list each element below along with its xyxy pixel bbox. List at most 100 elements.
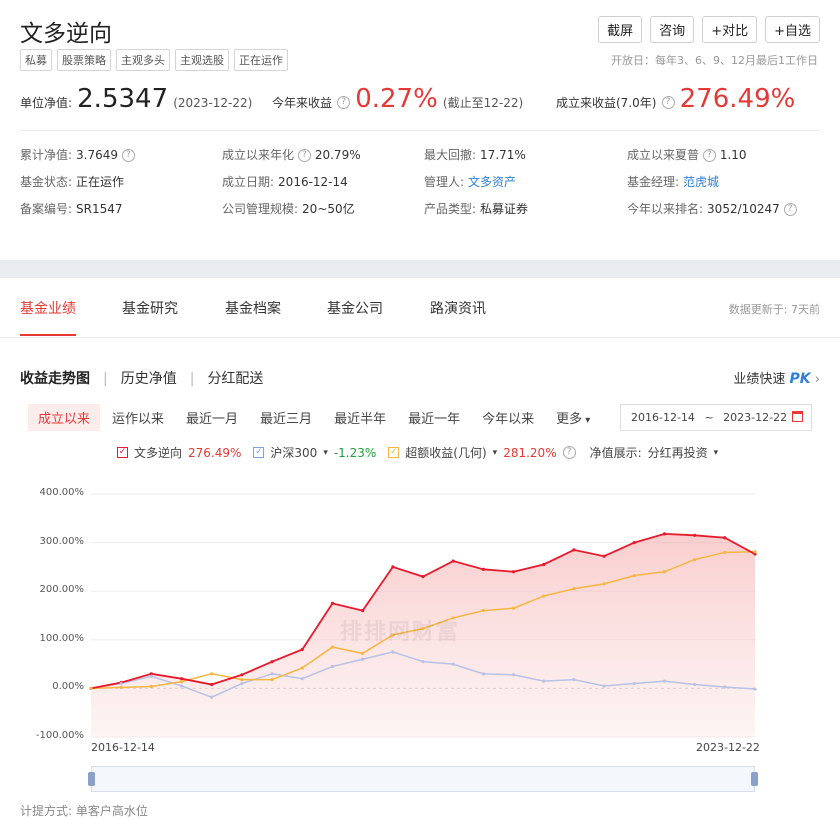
fund-manager-link[interactable]: 范虎城 — [683, 175, 719, 189]
chart-legend: ✓ 文多逆向 276.49% ✓ 沪深300 ▾ -1.23% ✓ 超额收益(几何… — [117, 444, 718, 461]
data-point — [511, 673, 516, 677]
range-since-operation[interactable]: 运作以来 — [102, 404, 174, 431]
data-point — [240, 681, 244, 686]
caret-down-icon[interactable]: ▾ — [493, 448, 498, 458]
nav-block: 单位净值: 2.5347 (2023-12-22) — [20, 84, 252, 114]
subtab-dividends[interactable]: 分红配送 — [207, 368, 263, 388]
checkbox-checked-icon[interactable]: ✓ — [388, 447, 400, 458]
caret-down-icon[interactable]: ▾ — [323, 448, 328, 458]
consult-button[interactable]: 咨询 — [650, 16, 695, 43]
data-point — [149, 674, 153, 678]
x-tick-label: 2016-12-14 — [91, 741, 155, 754]
zoom-handle-right[interactable] — [751, 772, 758, 786]
data-point — [330, 664, 335, 669]
quick-pk-link[interactable]: 业绩快速 PK › — [733, 368, 820, 387]
data-point — [693, 533, 697, 537]
data-point — [632, 681, 636, 686]
product-type: 产品类型: 私募证券 — [424, 202, 529, 216]
fund-header-card: 文多逆向 私募 股票策略 主观多头 主观选股 正在运作 截屏 咨询 +对比 +自… — [0, 0, 840, 260]
data-point — [270, 672, 274, 676]
range-selector: 成立以来 运作以来 最近一月 最近三月 最近半年 最近一年 今年以来 更多 ▾ — [28, 404, 602, 431]
y-tick-label: 100.00% — [39, 633, 85, 644]
range-3m[interactable]: 最近三月 — [250, 404, 322, 431]
y-tick-label: 400.00% — [39, 487, 85, 498]
help-icon[interactable]: ? — [702, 149, 716, 162]
data-point — [89, 686, 93, 690]
y-tick-label: 200.00% — [39, 584, 85, 595]
help-icon[interactable]: ? — [121, 149, 135, 162]
range-since-inception[interactable]: 成立以来 — [28, 404, 101, 431]
data-point — [753, 550, 757, 554]
sharpe-ratio: 成立以来夏普 ? 1.10 — [627, 148, 747, 162]
data-point — [542, 562, 546, 567]
range-6m[interactable]: 最近半年 — [324, 404, 396, 431]
caret-down-icon: ▾ — [582, 415, 591, 426]
checkbox-checked-icon[interactable]: ✓ — [117, 447, 128, 458]
legend-excess-name[interactable]: 超额收益(几何) — [405, 444, 486, 461]
help-icon[interactable]: ? — [661, 96, 675, 109]
checkbox-checked-icon[interactable]: ✓ — [253, 447, 265, 458]
data-point — [572, 678, 576, 682]
legend-index-name[interactable]: 沪深300 — [270, 444, 317, 461]
zoom-handle-left[interactable] — [88, 772, 95, 786]
manager-company: 管理人: 文多资产 — [424, 175, 517, 189]
nav-value: 2.5347 — [77, 84, 169, 114]
data-point — [361, 651, 365, 656]
data-point — [511, 606, 516, 610]
data-point — [210, 695, 214, 699]
manager-company-link[interactable]: 文多资产 — [468, 175, 516, 189]
subtab-return-chart[interactable]: 收益走势图 — [20, 368, 90, 388]
watchlist-button[interactable]: +自选 — [765, 16, 820, 43]
open-day-note: 开放日：每年3、6、9、12月最后1工作日 — [611, 54, 818, 67]
help-icon[interactable]: ? — [783, 203, 797, 216]
screenshot-button[interactable]: 截屏 — [598, 16, 643, 43]
y-tick-label: 300.00% — [39, 536, 85, 547]
main-tabs: 基金业绩 基金研究 基金档案 基金公司 路演资讯 数据更新于: 7天前 — [0, 278, 840, 338]
help-icon[interactable]: ? — [562, 446, 576, 459]
help-icon[interactable]: ? — [337, 96, 351, 109]
range-1m[interactable]: 最近一月 — [176, 404, 248, 431]
since-label: 成立来收益(7.0年) — [556, 96, 657, 110]
tab-performance[interactable]: 基金业绩 — [20, 298, 76, 318]
data-point — [179, 679, 184, 684]
help-icon[interactable]: ? — [297, 149, 311, 162]
chevron-right-icon: › — [814, 372, 820, 387]
data-point — [119, 681, 123, 686]
active-tab-underline — [20, 334, 76, 336]
data-point — [270, 660, 274, 664]
since-block: 成立来收益(7.0年) ? 276.49% — [556, 84, 795, 114]
ytd-block: 今年来收益 ? 0.27% (截止至12-22) — [272, 84, 523, 114]
legend-fund-value: 276.49% — [188, 445, 242, 460]
compare-button[interactable]: +对比 — [702, 16, 758, 43]
data-point — [602, 554, 606, 558]
subtab-history-nav[interactable]: 历史净值 — [121, 368, 177, 388]
tab-profile[interactable]: 基金档案 — [225, 298, 281, 318]
data-point — [421, 660, 425, 664]
range-1y[interactable]: 最近一年 — [398, 404, 470, 431]
performance-card: 基金业绩 基金研究 基金档案 基金公司 路演资讯 数据更新于: 7天前 收益走势… — [0, 278, 840, 820]
tab-company[interactable]: 基金公司 — [327, 298, 383, 318]
fund-status: 基金状态: 正在运作 — [20, 175, 125, 189]
detail-col-4: 成立以来夏普 ? 1.10 基金经理: 范虎城 今年以来排名: 3052/10247 … — [627, 146, 797, 227]
date-separator: ~ — [704, 411, 714, 424]
divider — [20, 130, 820, 131]
tab-research[interactable]: 基金研究 — [122, 298, 178, 318]
zoom-slider[interactable] — [88, 766, 758, 792]
nav-display-select[interactable]: 分红再投资 — [648, 444, 708, 461]
tab-roadshow[interactable]: 路演资讯 — [430, 298, 486, 318]
data-point — [753, 687, 757, 691]
data-point — [240, 673, 244, 677]
caret-down-icon[interactable]: ▾ — [714, 448, 719, 458]
date-range-picker[interactable]: 2016-12-14 ~ 2023-12-22 — [620, 404, 812, 431]
tag-selection: 主观选股 — [175, 49, 229, 71]
inception-date: 成立日期: 2016-12-14 — [222, 175, 348, 189]
data-point — [451, 662, 455, 666]
range-ytd[interactable]: 今年以来 — [472, 404, 544, 431]
tag-type: 私募 — [20, 49, 52, 71]
legend-excess-value: 281.20% — [503, 445, 557, 460]
data-point — [361, 657, 365, 661]
data-point — [632, 574, 636, 578]
tag-substrategy: 主观多头 — [116, 49, 170, 71]
range-more[interactable]: 更多 ▾ — [546, 404, 600, 431]
fund-manager: 基金经理: 范虎城 — [627, 175, 720, 189]
